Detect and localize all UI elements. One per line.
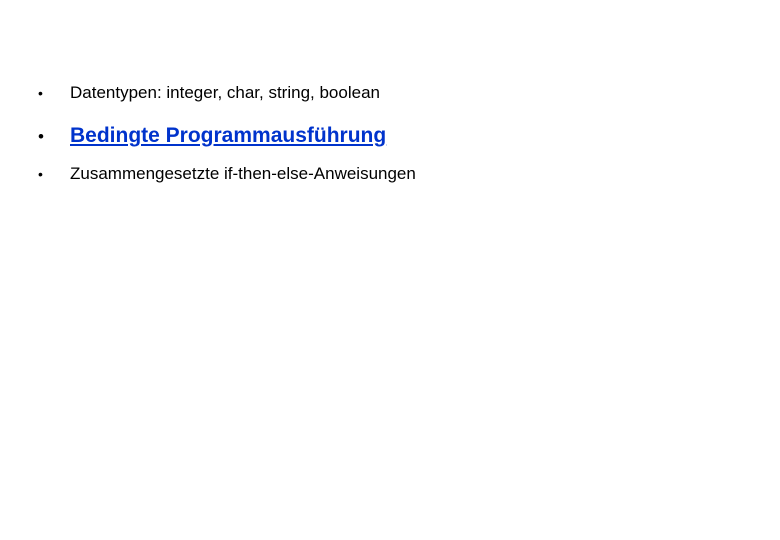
bullet-icon: • bbox=[30, 127, 70, 147]
bullet-icon: • bbox=[30, 166, 70, 182]
list-item: • Zusammengesetzte if-then-else-Anweisun… bbox=[30, 163, 750, 185]
bullet-text-emphasized: Bedingte Programmausführung bbox=[70, 122, 386, 149]
bullet-text: Datentypen: integer, char, string, boole… bbox=[70, 82, 380, 104]
list-item: • Bedingte Programmausführung bbox=[30, 122, 750, 149]
bullet-list: • Datentypen: integer, char, string, boo… bbox=[30, 82, 750, 185]
bullet-text: Zusammengesetzte if-then-else-Anweisunge… bbox=[70, 163, 416, 185]
list-item: • Datentypen: integer, char, string, boo… bbox=[30, 82, 750, 104]
bullet-icon: • bbox=[30, 85, 70, 101]
